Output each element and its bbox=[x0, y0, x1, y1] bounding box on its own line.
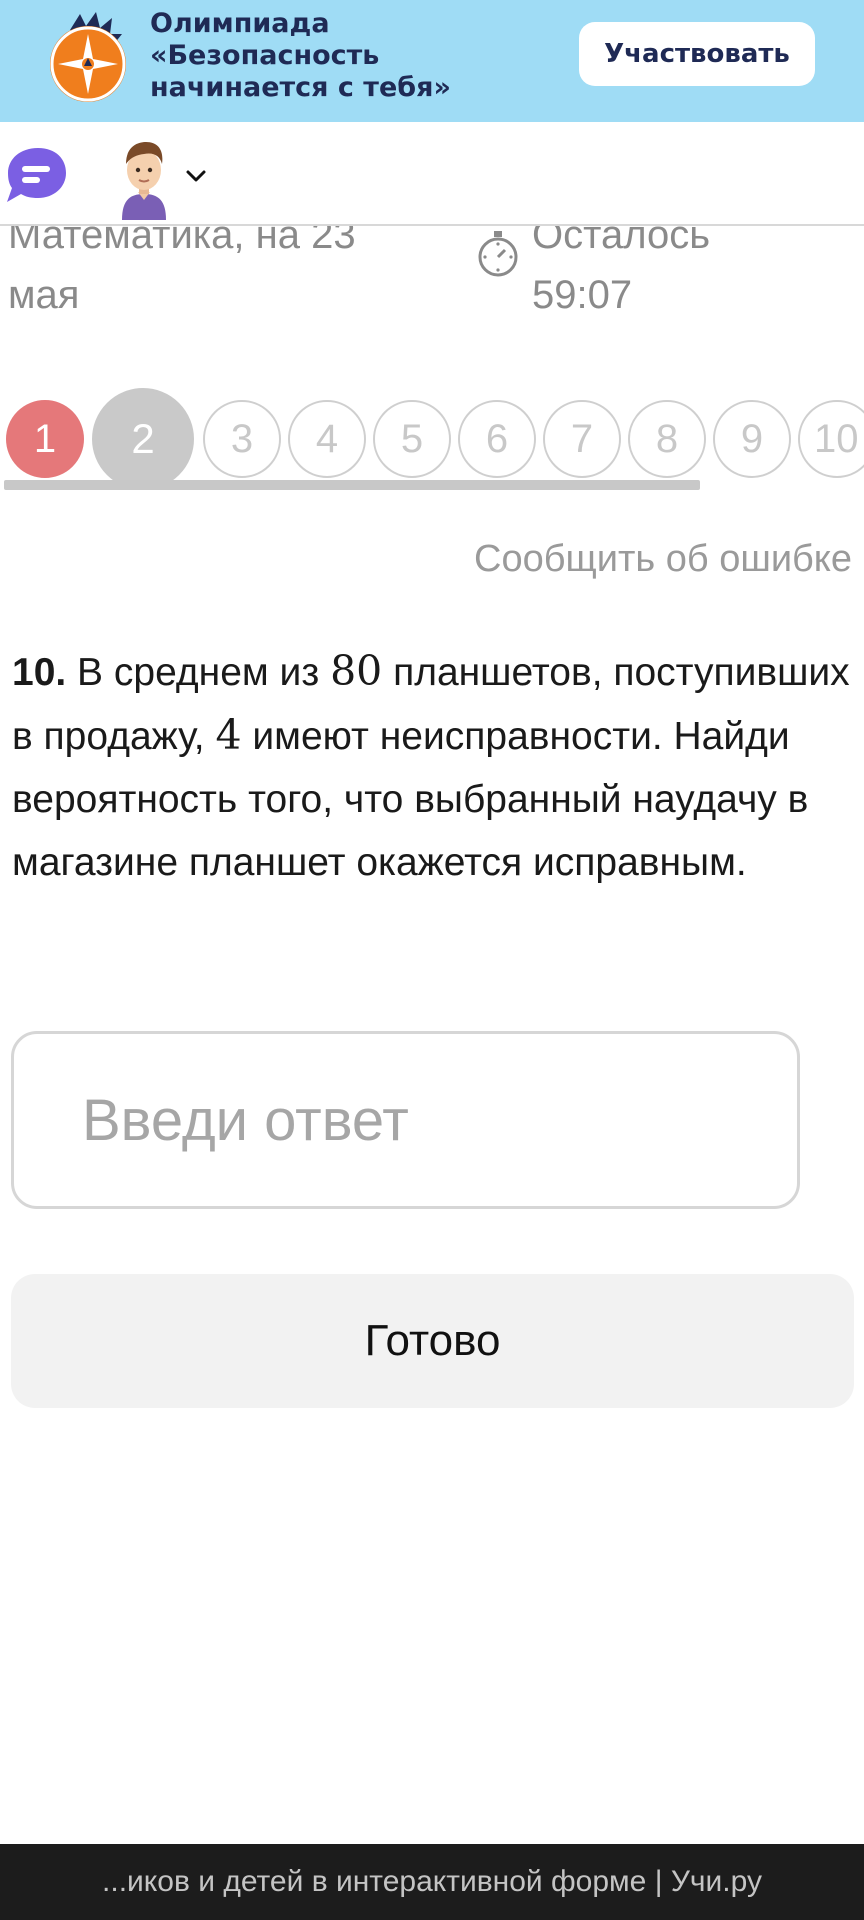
top-nav bbox=[0, 122, 864, 226]
lesson-subject-line: мая bbox=[8, 273, 80, 317]
timer-value: 59:07 bbox=[532, 273, 633, 317]
question-text: 10. В среднем из 80 планшетов, поступивш… bbox=[12, 640, 858, 894]
question-navigator: 1 2 3 4 5 6 7 8 9 10 bbox=[0, 388, 864, 488]
mchs-compass-star-icon bbox=[50, 12, 126, 102]
browser-title-bar: ...иков и детей в интерактивной форме | … bbox=[0, 1844, 864, 1920]
banner-title-line: Олимпиада bbox=[150, 8, 330, 39]
banner-title-line: «Безопасность bbox=[150, 40, 380, 71]
banner-title: Олимпиада «Безопасность начинается с теб… bbox=[150, 8, 550, 104]
banner-title-line: начинается с тебя» bbox=[150, 72, 451, 103]
question-tab-4[interactable]: 4 bbox=[288, 400, 366, 478]
question-number-value: 80 bbox=[330, 647, 383, 695]
report-error-link[interactable]: Сообщить об ошибке bbox=[474, 538, 852, 581]
question-tab-7[interactable]: 7 bbox=[543, 400, 621, 478]
question-number: 10. bbox=[12, 651, 67, 694]
avatar[interactable] bbox=[112, 134, 176, 220]
participate-button[interactable]: Участвовать bbox=[579, 22, 815, 86]
answer-input[interactable] bbox=[11, 1031, 800, 1209]
question-tab-10[interactable]: 10 bbox=[798, 400, 864, 478]
question-tab-1[interactable]: 1 bbox=[6, 400, 84, 478]
submit-button[interactable]: Готово bbox=[11, 1274, 854, 1408]
olympiad-banner[interactable]: Олимпиада «Безопасность начинается с теб… bbox=[0, 0, 864, 122]
question-navigator-scrollbar[interactable] bbox=[4, 480, 700, 490]
question-tab-3[interactable]: 3 bbox=[203, 400, 281, 478]
question-tab-2[interactable]: 2 bbox=[92, 388, 194, 488]
question-number-value: 4 bbox=[215, 711, 242, 759]
question-tab-5[interactable]: 5 bbox=[373, 400, 451, 478]
chat-bubble-icon[interactable] bbox=[4, 146, 68, 204]
page-title: ...иков и детей в интерактивной форме | … bbox=[102, 1865, 762, 1898]
chevron-down-icon[interactable] bbox=[184, 166, 208, 186]
question-text-part: В среднем из bbox=[66, 651, 331, 694]
question-tab-6[interactable]: 6 bbox=[458, 400, 536, 478]
stopwatch-icon bbox=[478, 231, 518, 277]
question-tab-9[interactable]: 9 bbox=[713, 400, 791, 478]
question-tab-8[interactable]: 8 bbox=[628, 400, 706, 478]
